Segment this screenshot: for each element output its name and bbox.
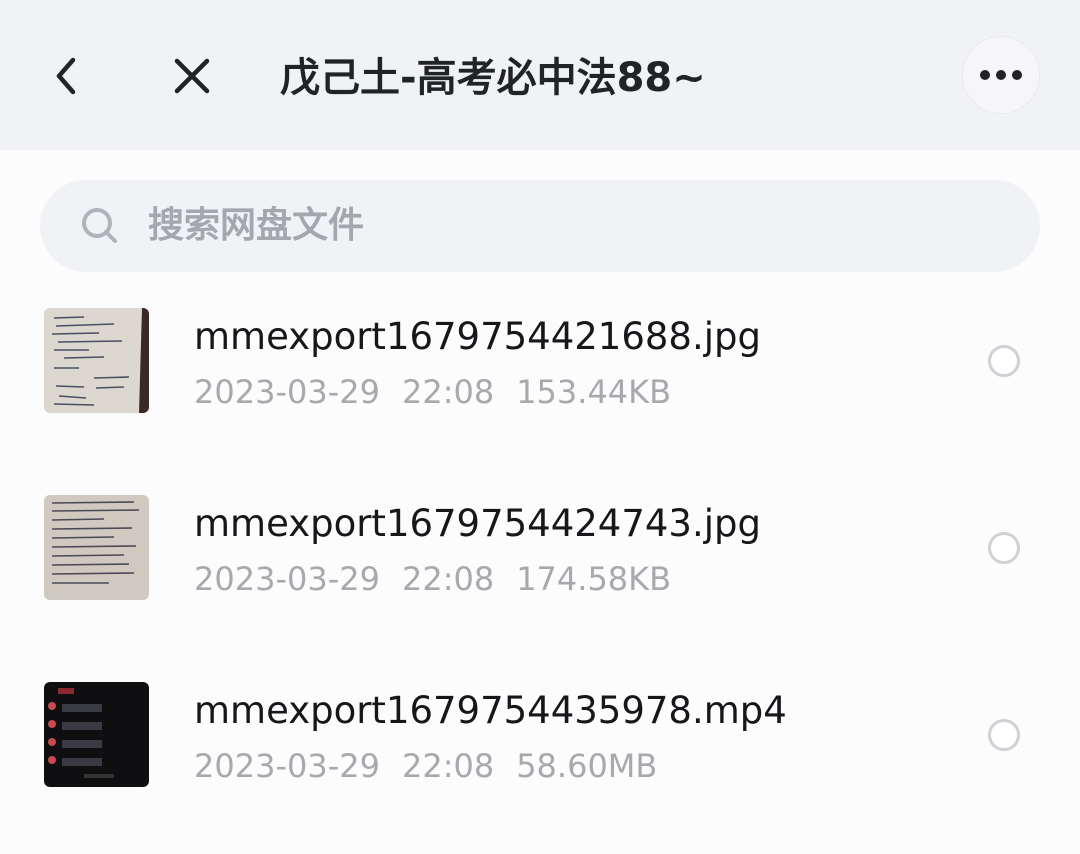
file-name: mmexport1679754435978.mp4 xyxy=(194,689,787,732)
file-row[interactable]: mmexport1679754435978.mp4 2023-03-29 22:0… xyxy=(0,682,1080,832)
file-time: 22:08 xyxy=(401,373,495,411)
file-row[interactable]: mmexport1679754424743.jpg 2023-03-29 22:0… xyxy=(0,495,1080,645)
file-name: mmexport1679754421688.jpg xyxy=(194,315,761,358)
file-meta: 2023-03-29 22:08 174.58KB xyxy=(194,557,693,601)
search-icon xyxy=(82,208,117,243)
file-meta: 2023-03-29 22:08 58.60MB xyxy=(194,744,679,788)
file-date: 2023-03-29 xyxy=(194,560,380,598)
file-date: 2023-03-29 xyxy=(194,747,380,785)
file-meta: 2023-03-29 22:08 153.44KB xyxy=(194,370,693,414)
video-thumbnail xyxy=(44,682,149,787)
chevron-left-icon xyxy=(56,57,76,95)
search-placeholder: 搜索网盘文件 xyxy=(148,205,365,246)
file-size: 58.60MB xyxy=(516,747,658,785)
file-date: 2023-03-29 xyxy=(194,373,380,411)
file-thumbnail xyxy=(44,308,149,413)
more-button[interactable] xyxy=(962,36,1040,114)
search-bar[interactable]: 搜索网盘文件 xyxy=(40,180,1040,272)
close-button[interactable] xyxy=(166,50,218,102)
file-size: 153.44KB xyxy=(516,373,672,411)
file-time: 22:08 xyxy=(401,747,495,785)
select-checkbox[interactable] xyxy=(988,532,1020,564)
select-checkbox[interactable] xyxy=(988,345,1020,377)
top-bar: 戊己土-高考必中法88~ xyxy=(0,0,1080,150)
file-time: 22:08 xyxy=(401,560,495,598)
file-thumbnail xyxy=(44,495,149,600)
file-size: 174.58KB xyxy=(516,560,672,598)
file-row[interactable]: mmexport1679754421688.jpg 2023-03-29 22:0… xyxy=(0,308,1080,458)
close-icon xyxy=(174,58,210,94)
page-title: 戊己土-高考必中法88~ xyxy=(280,55,706,101)
more-dots-icon xyxy=(980,70,1022,80)
select-checkbox[interactable] xyxy=(988,719,1020,751)
file-name: mmexport1679754424743.jpg xyxy=(194,502,761,545)
back-button[interactable] xyxy=(40,50,92,102)
